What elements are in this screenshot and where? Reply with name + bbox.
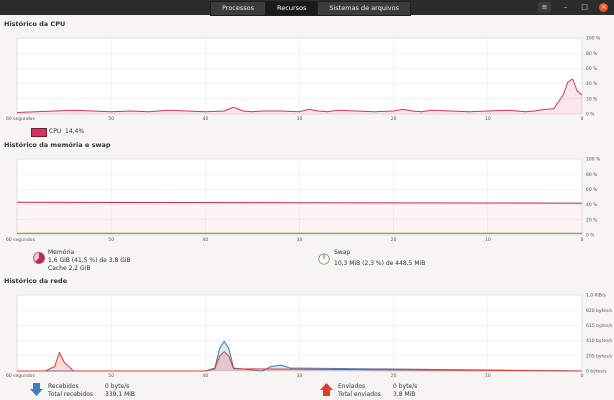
- x-tick-label: 10: [485, 116, 491, 122]
- x-tick-label: 20: [391, 373, 397, 379]
- network-chart: 1,0 KiB/s 820 bytes/s 615 bytes/s 410 bytes…: [6, 293, 613, 379]
- download-arrow-icon[interactable]: [30, 383, 43, 397]
- y-tick-label: 0 %: [586, 112, 595, 118]
- x-tick-label: 30: [297, 237, 303, 243]
- network-section-title: Histórico da rede: [4, 277, 68, 285]
- y-tick-label: 60 %: [586, 66, 598, 72]
- x-tick-label: 30: [297, 116, 303, 122]
- title-bar: Processos Recursos Sistemas de arquivos …: [0, 0, 614, 16]
- hamburger-menu-icon[interactable]: ≡: [538, 2, 551, 13]
- memory-cache: Cache 2,2 GiB: [48, 265, 91, 272]
- memory-label: Memória: [48, 249, 75, 256]
- y-tick-label: 80 %: [586, 172, 598, 178]
- x-tick-label: 60 segundos: [6, 373, 35, 379]
- upload-arrow-icon[interactable]: [320, 383, 333, 397]
- cpu-section-title: Histórico da CPU: [4, 20, 66, 28]
- y-tick-label: 60 %: [586, 187, 598, 193]
- memory-usage: 1,6 GiB (41,5 %) de 3,8 GiB: [48, 257, 131, 264]
- swap-label: Swap: [334, 249, 351, 256]
- cpu-legend-label: CPU: [49, 128, 62, 135]
- cpu-chart: 100 % 80 % 60 % 40 % 20 % 0 % 60 segundos 50 40 3…: [6, 36, 601, 122]
- x-tick-label: 10: [485, 237, 491, 243]
- tab-processos[interactable]: Processos: [210, 1, 267, 16]
- y-tick-label: 20 %: [586, 217, 598, 223]
- x-tick-label: 0: [581, 116, 584, 122]
- cpu-legend-value: 14,4%: [65, 128, 85, 135]
- sent-label: Enviados: [338, 383, 366, 390]
- view-switcher: Processos Recursos Sistemas de arquivos: [210, 1, 412, 16]
- total-received-value: 339,1 MiB: [105, 391, 136, 398]
- x-tick-label: 20: [391, 237, 397, 243]
- x-tick-label: 30: [297, 373, 303, 379]
- cpu-color-swatch[interactable]: [31, 128, 47, 137]
- y-tick-label: 820 bytes/s: [586, 308, 613, 314]
- tab-sistemas-de-arquivos[interactable]: Sistemas de arquivos: [318, 1, 412, 16]
- x-tick-label: 60 segundos: [6, 116, 35, 122]
- y-tick-label: 205 bytes/s: [586, 353, 613, 359]
- y-tick-label: 80 %: [586, 51, 598, 57]
- received-rate: 0 byte/s: [105, 383, 130, 390]
- close-icon[interactable]: ×: [599, 3, 608, 12]
- x-tick-label: 50: [108, 237, 114, 243]
- total-sent-label: Total enviados: [338, 391, 381, 398]
- memory-pie-icon[interactable]: [33, 250, 45, 266]
- tab-recursos[interactable]: Recursos: [266, 1, 319, 16]
- y-tick-label: 1,0 KiB/s: [586, 293, 606, 299]
- y-tick-label: 0 %: [586, 233, 595, 239]
- x-tick-label: 10: [485, 373, 491, 379]
- memory-section-title: Histórico da memória e swap: [4, 141, 111, 149]
- total-sent-value: 3,8 MiB: [393, 391, 416, 398]
- x-tick-label: 40: [202, 373, 208, 379]
- x-tick-label: 50: [108, 373, 114, 379]
- x-tick-label: 20: [391, 116, 397, 122]
- y-tick-label: 40 %: [586, 81, 598, 87]
- minimize-icon[interactable]: –: [561, 3, 570, 12]
- series-area-1: [17, 202, 582, 235]
- maximize-icon[interactable]: □: [580, 3, 589, 12]
- y-tick-label: 410 bytes/s: [586, 338, 613, 344]
- x-tick-label: 60 segundos: [6, 237, 35, 243]
- swap-usage: 10,3 MiB (2,3 %) de 448,5 MiB: [334, 260, 426, 267]
- x-tick-label: 50: [108, 116, 114, 122]
- x-tick-label: 0: [581, 373, 584, 379]
- y-tick-label: 100 %: [586, 36, 601, 42]
- total-received-label: Total recebidos: [48, 391, 94, 398]
- y-tick-label: 20 %: [586, 96, 598, 102]
- x-tick-label: 40: [202, 116, 208, 122]
- y-tick-label: 0 bytes/s: [586, 369, 607, 375]
- y-tick-label: 100 %: [586, 157, 601, 163]
- swap-pie-icon[interactable]: [318, 252, 330, 266]
- y-tick-label: 615 bytes/s: [586, 323, 613, 329]
- y-tick-label: 40 %: [586, 202, 598, 208]
- x-tick-label: 0: [581, 237, 584, 243]
- x-tick-label: 40: [202, 237, 208, 243]
- sent-rate: 0 byte/s: [393, 383, 418, 390]
- received-label: Recebidos: [48, 383, 79, 390]
- memory-swap-chart: 100 % 80 % 60 % 40 % 20 % 0 % 60 segundos 50 40 3…: [6, 157, 601, 243]
